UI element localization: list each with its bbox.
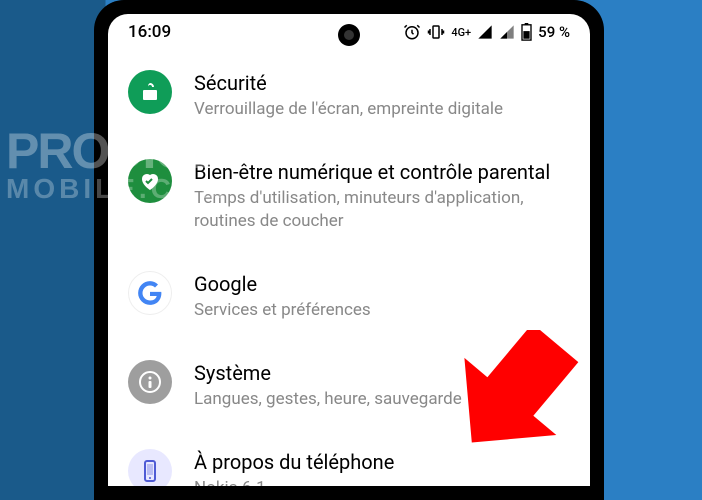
setting-subtitle: Services et préférences: [194, 299, 570, 322]
status-right: 4G+ 59 %: [403, 23, 570, 41]
setting-text: Bien-être numérique et contrôle parental…: [194, 157, 570, 233]
setting-title: Système: [194, 360, 570, 386]
google-icon: [128, 271, 172, 315]
setting-subtitle: Temps d'utilisation, minuteurs d'applica…: [194, 187, 570, 233]
camera-cutout: [338, 24, 360, 46]
setting-title: Bien-être numérique et contrôle parental: [194, 159, 570, 185]
phone-screen: 16:09 4G+ 59 % Sécurité Verrouillage de …: [108, 14, 590, 486]
info-icon: [128, 360, 172, 404]
setting-text: Système Langues, gestes, heure, sauvegar…: [194, 358, 570, 411]
battery-icon: [521, 23, 532, 41]
phone-icon: [128, 449, 172, 486]
network-type: 4G+: [451, 26, 471, 39]
setting-system[interactable]: Système Langues, gestes, heure, sauvegar…: [108, 340, 590, 429]
lock-open-icon: [128, 70, 172, 114]
setting-title: Google: [194, 271, 570, 297]
battery-text: 59 %: [538, 23, 570, 41]
setting-security[interactable]: Sécurité Verrouillage de l'écran, emprei…: [108, 50, 590, 139]
vibrate-icon: [427, 23, 445, 41]
alarm-icon: [403, 23, 421, 41]
phone-frame: 16:09 4G+ 59 % Sécurité Verrouillage de …: [94, 0, 604, 500]
setting-wellbeing[interactable]: Bien-être numérique et contrôle parental…: [108, 139, 590, 251]
setting-text: Sécurité Verrouillage de l'écran, emprei…: [194, 68, 570, 121]
setting-subtitle: Nokia 6.1: [194, 477, 570, 486]
setting-about-phone[interactable]: À propos du téléphone Nokia 6.1: [108, 429, 590, 486]
signal-icon: [477, 24, 493, 40]
setting-title: À propos du téléphone: [194, 449, 570, 475]
setting-subtitle: Langues, gestes, heure, sauvegarde: [194, 388, 570, 411]
setting-subtitle: Verrouillage de l'écran, empreinte digit…: [194, 98, 570, 121]
signal-icon-2: [499, 24, 515, 40]
setting-text: À propos du téléphone Nokia 6.1: [194, 447, 570, 486]
settings-list[interactable]: Sécurité Verrouillage de l'écran, emprei…: [108, 50, 590, 486]
setting-text: Google Services et préférences: [194, 269, 570, 322]
heart-icon: [128, 159, 172, 203]
setting-title: Sécurité: [194, 70, 570, 96]
status-time: 16:09: [128, 22, 171, 42]
setting-google[interactable]: Google Services et préférences: [108, 251, 590, 340]
